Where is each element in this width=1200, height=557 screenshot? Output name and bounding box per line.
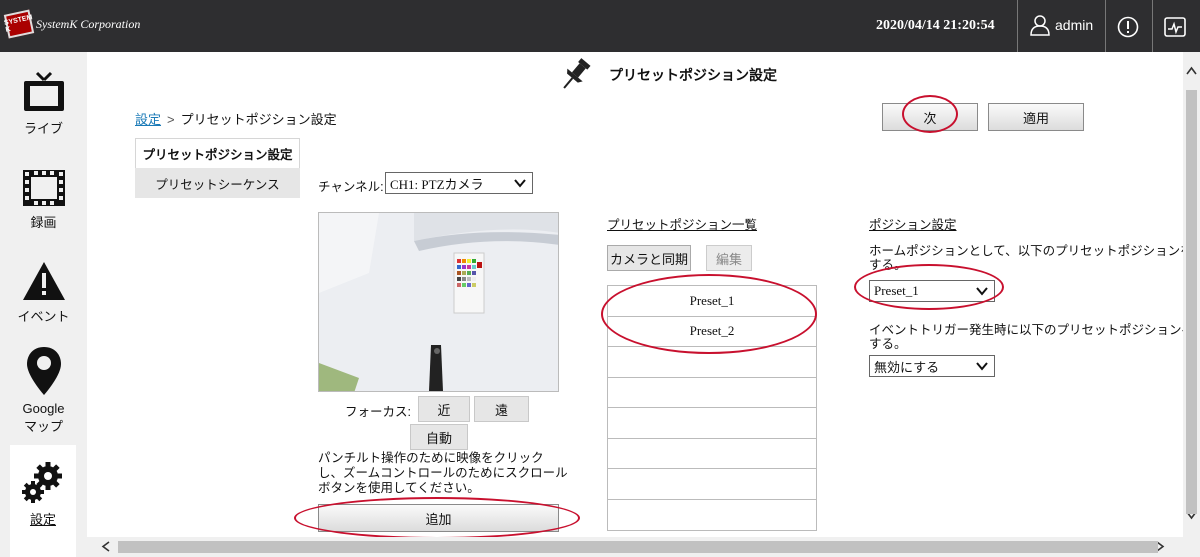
focus-near-button[interactable]: 近 — [418, 396, 470, 422]
logo-badge: SYSTEM K — [3, 9, 35, 39]
list-item[interactable] — [608, 408, 816, 439]
monitor-icon[interactable] — [1163, 16, 1187, 38]
sidebar-item-label: 設定 — [29, 512, 56, 527]
sidebar-item-label-line2: マップ — [23, 419, 63, 434]
focus-auto-button[interactable]: 自動 — [410, 424, 468, 450]
divider — [1152, 0, 1153, 52]
user-icon — [1030, 15, 1050, 36]
company-logo[interactable]: SYSTEM K SystemK Corporation — [3, 9, 146, 39]
apply-button[interactable]: 適用 — [988, 103, 1084, 131]
channel-select[interactable]: CH1: PTZカメラ — [385, 172, 533, 194]
list-item[interactable]: Preset_2 — [608, 317, 816, 347]
user-menu[interactable]: admin — [1030, 14, 1093, 36]
event-trigger-text: イベントトリガー発生時に以下のプリセットポジションへ移 する。 — [869, 323, 1183, 351]
preset-list-title: プリセットポジション一覧 — [607, 218, 758, 232]
list-item[interactable] — [608, 500, 816, 531]
camera-feed-image — [319, 213, 558, 391]
chevron-down-icon — [976, 287, 988, 296]
breadcrumb: 設定 > プリセットポジション設定 — [135, 109, 337, 128]
home-position-text: ホームポジションとして、以下のプリセットポジションを設定 する。 — [869, 244, 1183, 272]
focus-far-button[interactable]: 遠 — [474, 396, 529, 422]
add-button[interactable]: 追加 — [318, 504, 559, 532]
sidebar-item-label: Google — [22, 401, 65, 416]
tab-preset-sequence[interactable]: プリセットシーケンス — [135, 168, 300, 198]
next-button[interactable]: 次 — [882, 103, 978, 131]
home-position-select[interactable]: Preset_1 — [869, 280, 995, 302]
list-item[interactable] — [608, 378, 816, 408]
sidebar-item-event[interactable]: イベント — [0, 260, 87, 325]
page-header: プリセットポジション設定 — [555, 56, 777, 94]
map-pin-icon — [26, 347, 61, 395]
edit-button[interactable]: 編集 — [706, 245, 752, 271]
username: admin — [1055, 17, 1094, 33]
top-bar: SYSTEM K SystemK Corporation 2020/04/14 … — [0, 0, 1200, 52]
film-icon — [22, 170, 65, 206]
settings-tabs: プリセットポジション設定 プリセットシーケンス — [135, 138, 300, 198]
chevron-down-icon — [976, 362, 988, 371]
current-datetime: 2020/04/14 21:20:54 — [876, 18, 995, 33]
sync-camera-button[interactable]: カメラと同期 — [607, 245, 691, 271]
chevron-down-icon — [514, 179, 526, 188]
preset-list: Preset_1 Preset_2 — [607, 285, 817, 531]
sidebar-item-label: イベント — [17, 309, 70, 324]
sidebar-item-settings[interactable]: 設定 — [10, 445, 76, 557]
tv-icon — [23, 71, 64, 111]
sidebar: ライブ 録画 イベント Google マップ 設定 — [0, 52, 87, 557]
divider — [1105, 0, 1106, 52]
channel-selected-value: CH1: PTZカメラ — [390, 176, 484, 192]
sidebar-item-recording[interactable]: 録画 — [0, 168, 87, 231]
tab-preset-position[interactable]: プリセットポジション設定 — [135, 138, 300, 168]
list-item[interactable] — [608, 469, 816, 500]
event-position-select[interactable]: 無効にする — [869, 355, 995, 377]
camera-video-view[interactable] — [318, 212, 559, 392]
focus-label: フォーカス: — [345, 405, 411, 419]
main-content: プリセットポジション設定 設定 > プリセットポジション設定 次 適用 プリセットポ… — [87, 52, 1183, 537]
logo-text: SystemK Corporation — [36, 16, 141, 31]
list-item[interactable]: Preset_1 — [608, 286, 816, 317]
breadcrumb-current: プリセットポジション設定 — [180, 112, 337, 127]
list-item[interactable] — [608, 439, 816, 469]
sidebar-item-live[interactable]: ライブ — [0, 70, 87, 137]
event-position-value: 無効にする — [874, 359, 940, 375]
vertical-scroll-thumb[interactable] — [1186, 90, 1197, 514]
chevron-up-icon[interactable] — [1186, 66, 1197, 76]
channel-label: チャンネル: — [318, 180, 384, 194]
breadcrumb-separator: > — [167, 112, 175, 127]
breadcrumb-link-settings[interactable]: 設定 — [135, 112, 161, 127]
list-item[interactable] — [608, 347, 816, 378]
chevron-left-icon[interactable] — [101, 541, 111, 552]
gears-icon — [22, 462, 62, 503]
sidebar-item-label: 録画 — [30, 215, 57, 230]
pushpin-icon — [563, 58, 591, 89]
alert-icon[interactable] — [1117, 16, 1139, 38]
horizontal-scroll-thumb[interactable] — [118, 541, 1158, 553]
position-settings-title: ポジション設定 — [869, 218, 957, 232]
warning-icon — [22, 262, 65, 300]
sidebar-item-label: ライブ — [23, 121, 63, 136]
home-position-value: Preset_1 — [874, 283, 919, 298]
divider — [1017, 0, 1018, 52]
page-title: プリセットポジション設定 — [609, 67, 777, 83]
sidebar-item-google-map[interactable]: Google マップ — [0, 345, 87, 435]
ptz-help-text: パンチルト操作のために映像をクリックし、ズームコントロールのためにスクロールボタ… — [318, 451, 568, 495]
